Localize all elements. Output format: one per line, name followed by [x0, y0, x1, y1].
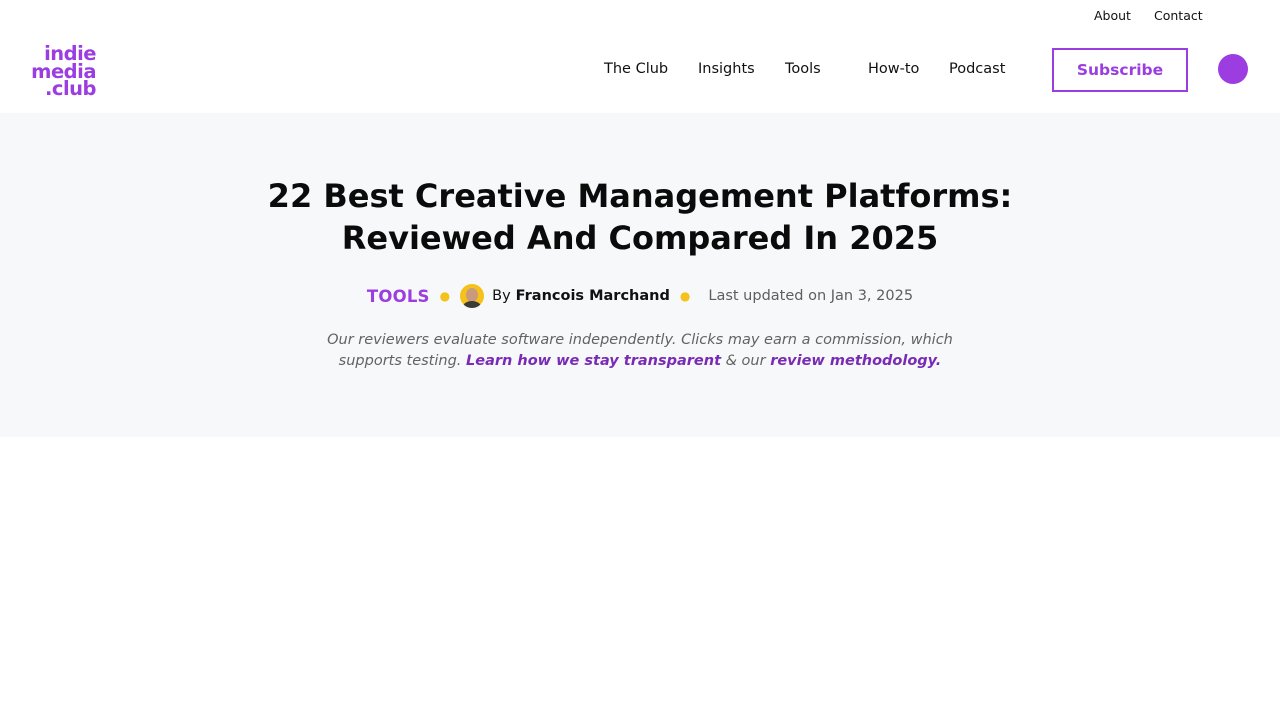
account-avatar-icon[interactable]: [1218, 54, 1248, 84]
affiliate-disclaimer: Our reviewers evaluate software independ…: [0, 330, 1280, 372]
separator-dot-icon: ●: [679, 289, 691, 303]
last-updated: Last updated on Jan 3, 2025: [708, 288, 914, 304]
disclaimer-connector: & our: [725, 353, 766, 369]
nav-podcast[interactable]: Podcast: [949, 61, 1005, 77]
logo-line-3: .club: [45, 77, 97, 100]
article-meta: TOOLS ● By Francois Marchand ● Last upda…: [0, 283, 1280, 309]
contact-link[interactable]: Contact: [1154, 8, 1203, 23]
nav-how-to[interactable]: How-to: [868, 61, 919, 77]
category-link[interactable]: TOOLS: [367, 287, 430, 306]
title-line-2: Reviewed And Compared In 2025: [341, 219, 939, 257]
author-link[interactable]: Francois Marchand: [516, 288, 670, 304]
avatar-shirt: [463, 301, 482, 308]
nav-tools[interactable]: Tools: [785, 61, 821, 77]
page-title: 22 Best Creative Management Platforms: R…: [0, 175, 1280, 259]
methodology-link[interactable]: review methodology.: [770, 353, 941, 369]
avatar-face: [466, 288, 479, 302]
title-line-1: 22 Best Creative Management Platforms:: [267, 177, 1013, 215]
subscribe-button[interactable]: Subscribe: [1052, 48, 1188, 92]
separator-dot-icon: ●: [439, 289, 451, 303]
about-link[interactable]: About: [1094, 8, 1131, 23]
article-hero: 22 Best Creative Management Platforms: R…: [0, 113, 1280, 437]
utility-bar: About Contact: [0, 0, 1280, 32]
site-logo[interactable]: indie media .club: [30, 44, 97, 100]
disclaimer-prefix: supports testing.: [338, 353, 462, 369]
nav-insights[interactable]: Insights: [698, 61, 755, 77]
main-header: indie media .club The Club Insights Tool…: [0, 32, 1280, 113]
author-avatar: [460, 284, 485, 308]
by-label: By: [492, 288, 511, 304]
nav-the-club[interactable]: The Club: [604, 61, 668, 77]
disclaimer-line-1: Our reviewers evaluate software independ…: [327, 332, 953, 348]
transparency-link[interactable]: Learn how we stay transparent: [466, 353, 721, 369]
